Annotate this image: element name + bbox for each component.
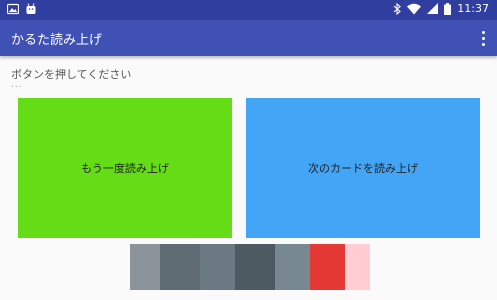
prompt-text: ボタンを押してください [11, 68, 132, 81]
ad-banner-block [345, 244, 370, 290]
status-text: ... [11, 80, 23, 90]
system-icons: 11:37 [393, 2, 489, 15]
app-title: かるた読み上げ [11, 33, 103, 48]
status-time: 11:37 [457, 2, 489, 15]
signal-icon [427, 3, 439, 14]
ad-banner-block [130, 244, 160, 290]
ad-banner-block [200, 244, 235, 290]
ad-banner-block [275, 244, 310, 290]
status-bar: 11:37 [0, 0, 497, 20]
next-card-button-label: 次のカードを読み上げ [308, 162, 418, 175]
next-card-button[interactable]: 次のカードを読み上げ [246, 98, 480, 238]
ad-banner-block [310, 244, 345, 290]
bluetooth-icon [393, 2, 402, 15]
wifi-icon [407, 3, 422, 14]
reread-button[interactable]: もう一度読み上げ [18, 98, 232, 238]
app-bar: かるた読み上げ [0, 20, 497, 56]
battery-icon [444, 2, 452, 15]
photo-notification-icon [7, 3, 19, 15]
more-vert-icon[interactable] [476, 26, 490, 50]
reread-button-label: もう一度読み上げ [81, 162, 169, 175]
android-notification-icon [26, 3, 36, 14]
ad-banner-block [160, 244, 200, 290]
ad-banner[interactable] [130, 244, 370, 290]
ad-banner-block [235, 244, 275, 290]
notification-icons [7, 3, 37, 15]
